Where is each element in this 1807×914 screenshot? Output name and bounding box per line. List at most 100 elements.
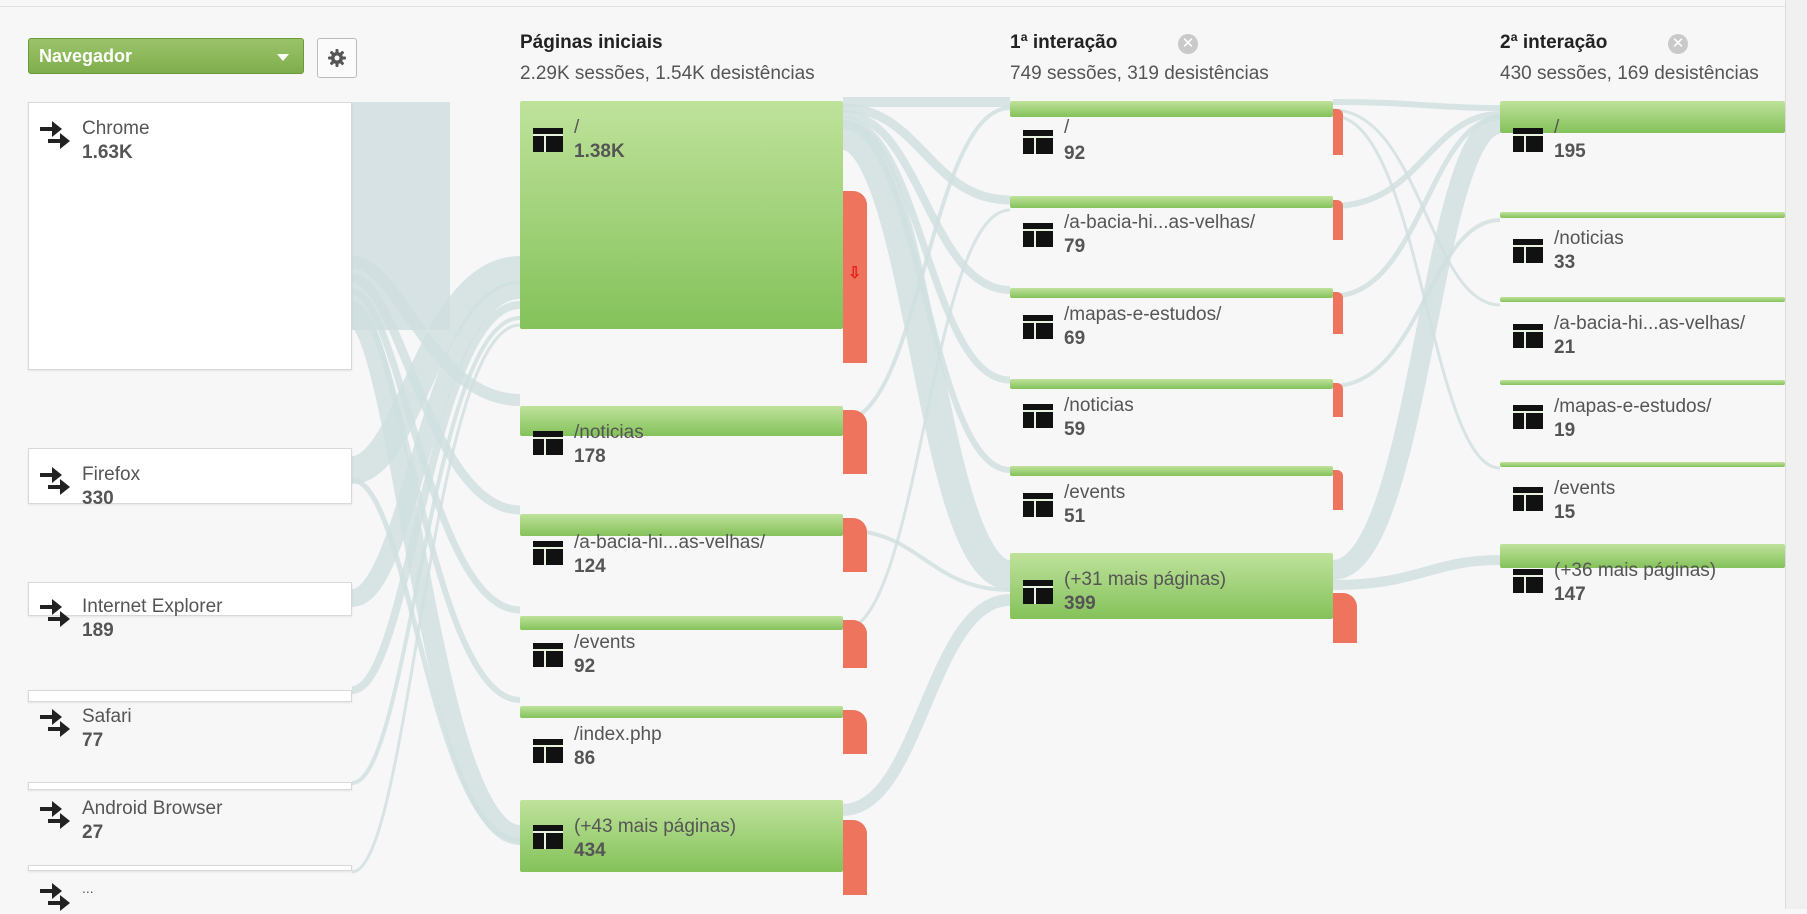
column-title: Páginas iniciais xyxy=(520,32,663,53)
page-path: / xyxy=(1554,117,1560,138)
source-name: Chrome xyxy=(82,118,150,139)
source-box-safari[interactable] xyxy=(28,690,352,702)
source-box-firefox[interactable] xyxy=(28,448,352,504)
vertical-scrollbar[interactable] xyxy=(1785,0,1807,909)
second-interaction-node-events[interactable]: /events 15 xyxy=(1500,462,1785,524)
page-sessions: 79 xyxy=(1064,236,1086,257)
source-box-chrome[interactable] xyxy=(28,102,352,370)
page-icon xyxy=(1513,239,1543,263)
node-bar xyxy=(1010,101,1333,117)
node-bar xyxy=(1010,288,1333,298)
second-interaction-node-noticias[interactable]: /noticias 33 xyxy=(1500,212,1785,274)
second-interaction-node-home[interactable]: / 195 xyxy=(1500,101,1785,163)
source-name: Firefox xyxy=(82,464,141,485)
page-icon xyxy=(1513,128,1543,152)
page-path: (+43 mais páginas) xyxy=(574,816,737,837)
page-icon xyxy=(533,643,563,667)
first-interaction-node-home[interactable]: / 92 xyxy=(1010,101,1343,164)
dropoff-bar xyxy=(1333,593,1357,643)
first-interaction-node-more[interactable]: (+31 mais páginas) 399 xyxy=(1010,553,1357,653)
second-interaction-node-bacia[interactable]: /a-bacia-hi...as-velhas/ 21 xyxy=(1500,297,1785,359)
page-icon xyxy=(1513,487,1543,511)
page-path: / xyxy=(1064,117,1070,138)
dimension-selector-label: Navegador xyxy=(39,46,133,66)
node-bar xyxy=(1500,297,1785,302)
node-bar xyxy=(520,706,843,718)
dropoff-bar xyxy=(1333,470,1343,510)
start-page-node-bacia[interactable]: /a-bacia-hi...as-velhas/ 124 xyxy=(520,514,867,577)
arrow-right-icon xyxy=(40,801,70,829)
page-sessions: 86 xyxy=(574,748,596,769)
source-value: 27 xyxy=(82,822,104,843)
first-interaction-node-noticias[interactable]: /noticias 59 xyxy=(1010,379,1343,441)
second-interaction-node-mapas[interactable]: /mapas-e-estudos/ 19 xyxy=(1500,380,1785,442)
page-icon xyxy=(533,541,563,565)
start-page-node-index[interactable]: /index.php 86 xyxy=(520,706,867,769)
dropoff-bar xyxy=(1333,383,1343,417)
node-bar xyxy=(1500,380,1785,385)
page-sessions: 124 xyxy=(574,556,606,577)
column-header-second-interaction: 2ª interação 430 sessões, 169 desistênci… xyxy=(1500,32,1759,85)
node-bar xyxy=(1010,466,1333,476)
chevron-down-icon xyxy=(277,54,289,61)
node-bar xyxy=(520,406,843,436)
first-interaction-node-events[interactable]: /events 51 xyxy=(1010,466,1343,528)
page-path: / xyxy=(574,117,580,138)
page-path: /noticias xyxy=(574,422,644,443)
settings-button[interactable] xyxy=(317,38,357,78)
dimension-selector-dropdown[interactable]: Navegador xyxy=(28,38,304,74)
page-sessions: 399 xyxy=(1064,593,1096,614)
source-box-other[interactable] xyxy=(28,865,352,871)
dropoff-bar xyxy=(843,710,867,754)
source-name: ... xyxy=(82,880,94,896)
page-icon xyxy=(1513,569,1543,593)
column-stats: 2.29K sessões, 1.54K desistências xyxy=(520,63,815,84)
page-sessions: 15 xyxy=(1554,502,1576,523)
source-name: Internet Explorer xyxy=(82,596,223,617)
node-bar xyxy=(1500,462,1785,467)
page-icon xyxy=(533,739,563,763)
dropoff-bar xyxy=(843,518,867,572)
page-sessions: 59 xyxy=(1064,419,1086,440)
column-header-start-pages: Páginas iniciais 2.29K sessões, 1.54K de… xyxy=(520,32,815,85)
page-path: /a-bacia-hi...as-velhas/ xyxy=(1554,313,1746,334)
column-stats: 430 sessões, 169 desistências xyxy=(1500,63,1759,84)
first-interaction-node-bacia[interactable]: /a-bacia-hi...as-velhas/ 79 xyxy=(1010,196,1343,258)
page-sessions: 92 xyxy=(1064,143,1086,164)
start-page-node-home[interactable]: ⇩ / 1.38K xyxy=(520,101,867,363)
page-path: /a-bacia-hi...as-velhas/ xyxy=(574,532,766,553)
flow-i1-home-to-i2-home xyxy=(1332,99,1501,111)
source-name: Safari xyxy=(82,706,132,727)
page-path: /events xyxy=(1064,482,1126,503)
page-path: (+36 mais páginas) xyxy=(1554,560,1717,581)
remove-step-button[interactable]: ✕ xyxy=(1668,34,1688,54)
source-value: 330 xyxy=(82,488,114,509)
dropoff-bar xyxy=(1333,109,1343,155)
arrow-right-icon xyxy=(40,599,70,627)
start-page-node-noticias[interactable]: /noticias 178 xyxy=(520,406,867,474)
page-icon xyxy=(1023,493,1053,517)
source-box-android-browser[interactable] xyxy=(28,782,352,790)
page-path: /a-bacia-hi...as-velhas/ xyxy=(1064,212,1256,233)
page-path: /index.php xyxy=(574,724,662,745)
first-interaction-node-mapas[interactable]: /mapas-e-estudos/ 69 xyxy=(1010,288,1343,350)
node-bar xyxy=(1010,196,1333,208)
dropoff-bar xyxy=(843,820,867,895)
page-sessions: 69 xyxy=(1064,328,1086,349)
page-icon xyxy=(1513,324,1543,348)
start-page-node-events[interactable]: /events 92 xyxy=(520,616,867,677)
page-icon xyxy=(1513,405,1543,429)
arrow-right-icon xyxy=(40,467,70,495)
source-value: 77 xyxy=(82,730,104,751)
page-path: /events xyxy=(574,632,636,653)
second-interaction-node-more[interactable]: (+36 mais páginas) 147 xyxy=(1500,544,1785,614)
page-path: /mapas-e-estudos/ xyxy=(1064,304,1222,325)
page-icon xyxy=(1023,223,1053,247)
page-icon xyxy=(1023,130,1053,154)
start-page-node-more[interactable]: (+43 mais páginas) 434 xyxy=(520,800,867,895)
remove-step-button[interactable]: ✕ xyxy=(1178,34,1198,54)
arrow-right-icon xyxy=(40,121,70,149)
source-value: 189 xyxy=(82,620,114,641)
arrow-right-icon xyxy=(40,709,70,737)
flow-more-to-more xyxy=(842,594,1011,816)
